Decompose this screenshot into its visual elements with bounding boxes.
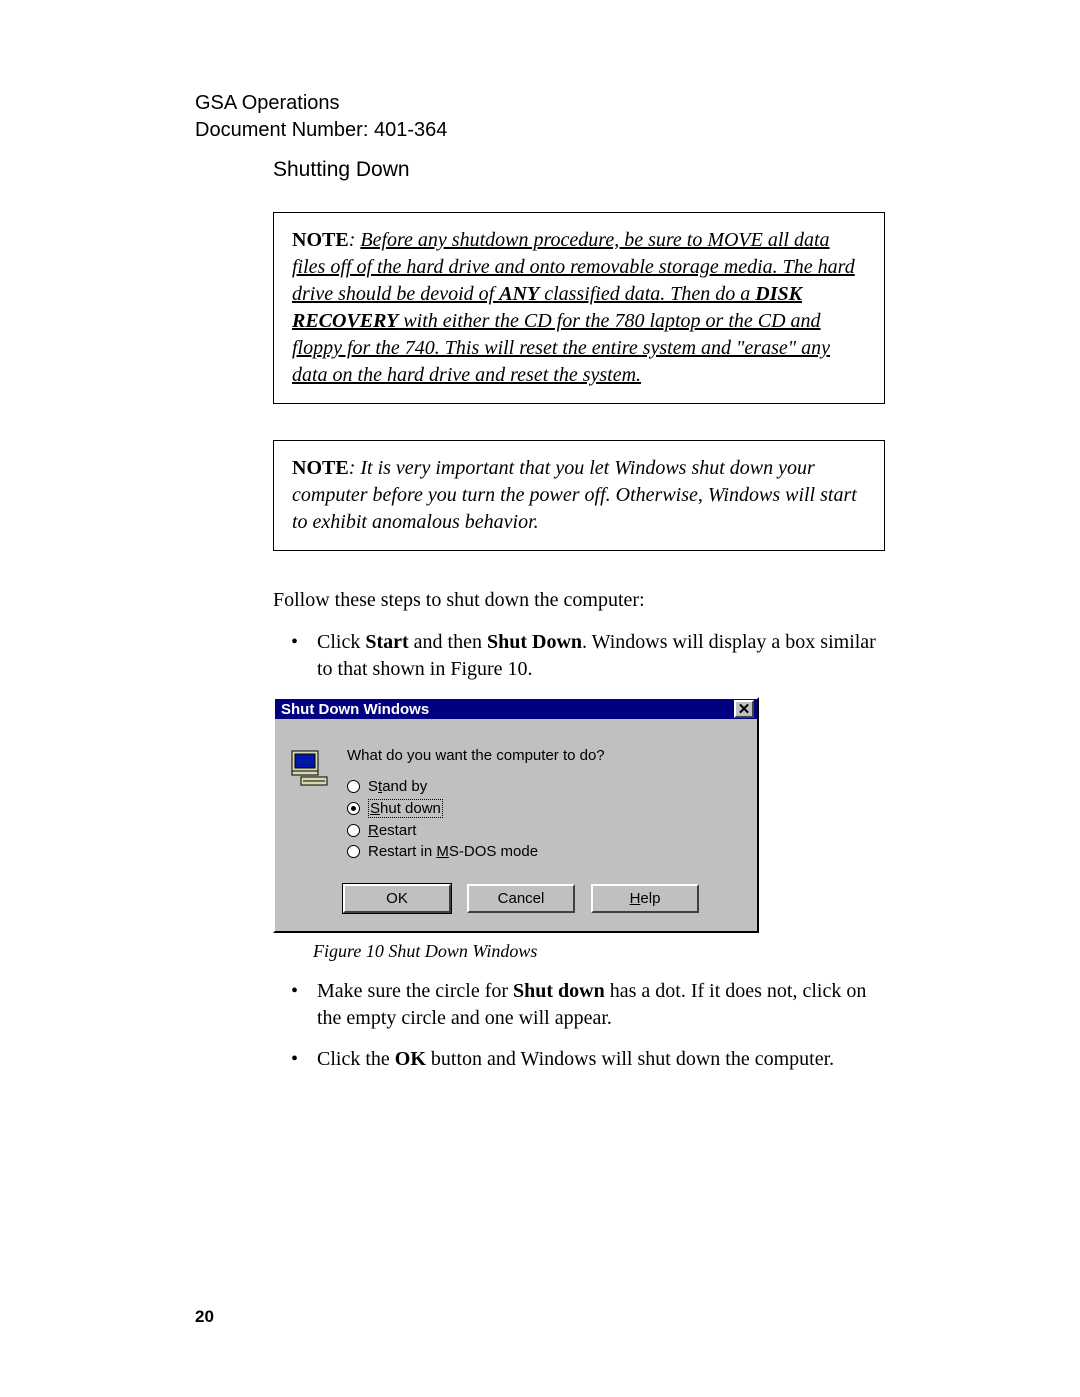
option-label: Restart in MS-DOS mode — [368, 843, 538, 860]
option-label: Restart — [368, 822, 416, 839]
option-msdos[interactable]: Restart in MS-DOS mode — [347, 843, 737, 860]
step1-t2: and then — [409, 631, 487, 653]
option-shutdown[interactable]: Shut down — [347, 799, 737, 818]
dialog-buttons: OK Cancel Help — [275, 874, 757, 931]
close-icon: ✕ — [738, 702, 751, 717]
radio-icon — [347, 780, 360, 793]
figure-caption: Figure 10 Shut Down Windows — [313, 941, 885, 962]
step1-t1: Click — [317, 631, 365, 653]
step-1: Click Start and then Shut Down. Windows … — [273, 629, 885, 683]
radio-icon — [347, 824, 360, 837]
note2-text: It is very important that you let Window… — [292, 457, 857, 533]
note-label: NOTE — [292, 457, 349, 479]
note-label: NOTE — [292, 229, 349, 251]
option-label: Stand by — [368, 778, 427, 795]
computer-icon — [289, 747, 329, 787]
ok-button[interactable]: OK — [343, 884, 451, 913]
note-separator: : — [349, 457, 361, 479]
step3-t2: button and Windows will shut down the co… — [426, 1048, 834, 1070]
step2-t1: Make sure the circle for — [317, 980, 513, 1002]
steps-list-2: Make sure the circle for Shut down has a… — [273, 978, 885, 1073]
shutdown-dialog: Shut Down Windows ✕ What d — [273, 697, 759, 933]
close-button[interactable]: ✕ — [734, 700, 754, 718]
page-number: 20 — [195, 1307, 214, 1327]
step1-b2: Shut Down — [487, 631, 582, 653]
radio-icon — [347, 845, 360, 858]
figure-10: Shut Down Windows ✕ What d — [273, 697, 885, 933]
step2-b1: Shut down — [513, 980, 605, 1002]
header-doc-number: Document Number: 401-364 — [195, 117, 885, 144]
dialog-title: Shut Down Windows — [281, 701, 429, 718]
note1-any: ANY — [499, 283, 539, 305]
follow-text: Follow these steps to shut down the comp… — [273, 587, 885, 613]
radio-icon — [347, 802, 360, 815]
step-3: Click the OK button and Windows will shu… — [273, 1046, 885, 1073]
step3-t1: Click the — [317, 1048, 395, 1070]
steps-list: Click Start and then Shut Down. Windows … — [273, 629, 885, 683]
option-label: Shut down — [368, 799, 443, 818]
help-button[interactable]: Help — [591, 884, 699, 913]
dialog-titlebar: Shut Down Windows ✕ — [275, 699, 757, 719]
document-page: GSA Operations Document Number: 401-364 … — [0, 0, 1080, 1397]
dialog-options: What do you want the computer to do? Sta… — [347, 747, 737, 864]
note-separator: : — [349, 229, 361, 251]
content-area: NOTE: Before any shutdown procedure, be … — [273, 212, 885, 1073]
note-box-1: NOTE: Before any shutdown procedure, be … — [273, 212, 885, 404]
dialog-body: What do you want the computer to do? Sta… — [275, 719, 757, 874]
step1-b1: Start — [365, 631, 408, 653]
option-restart[interactable]: Restart — [347, 822, 737, 839]
note-box-2: NOTE: It is very important that you let … — [273, 440, 885, 551]
option-standby[interactable]: Stand by — [347, 778, 737, 795]
step-2: Make sure the circle for Shut down has a… — [273, 978, 885, 1032]
note1-part2: classified data. Then do a — [539, 283, 755, 305]
step3-b1: OK — [395, 1048, 426, 1070]
dialog-prompt: What do you want the computer to do? — [347, 747, 737, 764]
header-org: GSA Operations — [195, 90, 885, 117]
section-title: Shutting Down — [273, 158, 885, 182]
cancel-button[interactable]: Cancel — [467, 884, 575, 913]
